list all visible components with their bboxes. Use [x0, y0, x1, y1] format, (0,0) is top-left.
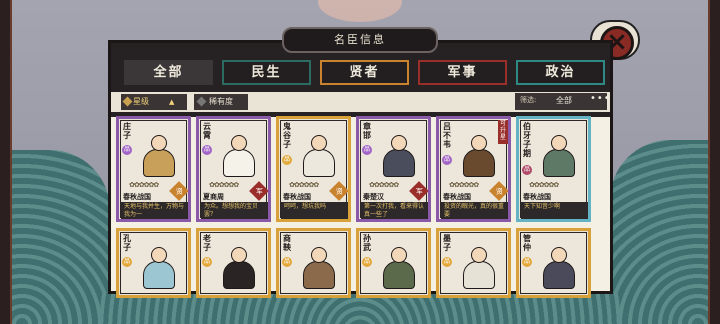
minister-card[interactable]: 章邯 品 ✿✿✿✿✿✿ 秦楚汉 军 第一次打我，看来得认真一些了: [356, 116, 431, 222]
card-quote: 天地与我并生，万物与我为一: [121, 202, 188, 219]
card-name: 管仲: [523, 234, 531, 252]
card-quote: 呵呵，想坑我吗: [281, 202, 348, 219]
quality-seal-icon: 品: [442, 257, 452, 267]
character-portrait: [537, 241, 581, 291]
card-name: 云霄: [203, 122, 211, 140]
minister-card[interactable]: 鬼谷子 品 ✿✿✿✿✿✿ 春秋战国 贤 呵呵，想坑我吗: [276, 116, 351, 222]
star-sort-icon: [122, 96, 133, 107]
star-rating: ✿✿✿✿✿✿: [369, 181, 399, 189]
left-border-band: [0, 0, 12, 324]
card-name: 孙武: [363, 234, 371, 252]
star-rating: ✿✿✿✿✿✿: [209, 181, 239, 189]
quality-seal-icon: 品: [282, 257, 292, 267]
page-title: 名臣信息: [282, 27, 438, 53]
sort-by-star-button[interactable]: 星级 ▲: [121, 94, 187, 110]
quality-seal-icon: 品: [122, 257, 132, 267]
background-waves-right: [610, 140, 720, 324]
rarity-label: 稀有度: [209, 97, 233, 106]
tab-all[interactable]: 全部: [124, 60, 213, 85]
tab-junshi[interactable]: 军事: [418, 60, 507, 85]
character-portrait: [537, 129, 581, 179]
quality-seal-icon: 品: [202, 257, 212, 267]
minister-card[interactable]: 商鞅 品: [276, 228, 351, 298]
tab-xianzhe[interactable]: 贤者: [320, 60, 409, 85]
minister-card[interactable]: 孔子 品: [116, 228, 191, 298]
card-name: 伯牙子期: [523, 122, 531, 158]
card-quote: 为众。想想我的宝贝罢？: [201, 202, 268, 219]
quality-seal-icon: 品: [442, 155, 452, 165]
card-era: 春秋战国: [523, 193, 551, 201]
minister-card[interactable]: 管仲 品: [516, 228, 591, 298]
character-portrait: [377, 129, 421, 179]
minister-card[interactable]: 庄子 品 ✿✿✿✿✿✿ 春秋战国 贤 天地与我并生，万物与我为一: [116, 116, 191, 222]
minister-card[interactable]: 墨子 品: [436, 228, 511, 298]
card-name: 墨子: [443, 234, 451, 252]
character-portrait: [137, 241, 181, 291]
quality-seal-icon: 品: [362, 145, 372, 155]
quality-seal-icon: 品: [282, 155, 292, 165]
character-portrait: [217, 241, 261, 291]
quality-seal-icon: 品: [122, 145, 132, 155]
card-quote: 投资的眼光，真的很重要: [441, 202, 508, 219]
tab-minsheng[interactable]: 民生: [222, 60, 311, 85]
card-quote: 天下知音少啊: [521, 202, 588, 219]
filter-label: 筛选:: [520, 96, 537, 104]
star-rating: ✿✿✿✿✿✿: [529, 181, 559, 189]
card-name: 吕不韦: [443, 122, 451, 149]
card-quote: 第一次打我，看来得认真一些了: [361, 202, 428, 219]
character-portrait: [457, 241, 501, 291]
card-era: 春秋战国: [283, 193, 311, 201]
character-portrait: [297, 241, 341, 291]
character-portrait: [297, 129, 341, 179]
star-rating: ✿✿✿✿✿✿: [129, 181, 159, 189]
card-name: 孔子: [123, 234, 131, 252]
sort-by-rarity-button[interactable]: 稀有度: [194, 94, 248, 110]
character-portrait: [457, 129, 501, 179]
more-options-icon[interactable]: •••: [590, 93, 611, 104]
quality-seal-icon: 品: [522, 257, 532, 267]
sort-arrow-icon: ▲: [169, 98, 175, 106]
card-name: 庄子: [123, 122, 131, 140]
background-waves-left: [0, 150, 110, 324]
star-rating: ✿✿✿✿✿✿: [289, 181, 319, 189]
quality-seal-icon: 品: [362, 257, 372, 267]
minister-card[interactable]: 老子 品: [196, 228, 271, 298]
minister-card[interactable]: 孙武 品: [356, 228, 431, 298]
sort-label: 星级: [133, 97, 149, 106]
right-border-band: [708, 0, 720, 324]
card-era: 春秋战国: [123, 193, 151, 201]
minister-card[interactable]: 云霄 品 ✿✿✿✿✿✿ 夏商周 军 为众。想想我的宝贝罢？: [196, 116, 271, 222]
card-name: 鬼谷子: [283, 122, 291, 149]
quality-seal-icon: 品: [522, 165, 532, 175]
card-era: 夏商周: [203, 193, 224, 201]
card-name: 商鞅: [283, 234, 291, 252]
character-portrait: [137, 129, 181, 179]
tab-zhengzhi[interactable]: 政治: [516, 60, 605, 85]
card-era: 秦楚汉: [363, 193, 384, 201]
character-portrait: [217, 129, 261, 179]
quality-seal-icon: 品: [202, 145, 212, 155]
card-era: 春秋战国: [443, 193, 471, 201]
card-name: 章邯: [363, 122, 371, 140]
star-rating: ✿✿✿✿✿✿: [449, 181, 479, 189]
filter-value: 全部: [556, 96, 572, 105]
minister-card[interactable]: 吕不韦 品 可升星 ✿✿✿✿✿✿ 春秋战国 贤 投资的眼光，真的很重要: [436, 116, 511, 222]
character-portrait: [377, 241, 421, 291]
card-name: 老子: [203, 234, 211, 252]
minister-card[interactable]: 伯牙子期 品 ✿✿✿✿✿✿ 春秋战国 天下知音少啊: [516, 116, 591, 222]
rarity-icon: [196, 96, 207, 107]
